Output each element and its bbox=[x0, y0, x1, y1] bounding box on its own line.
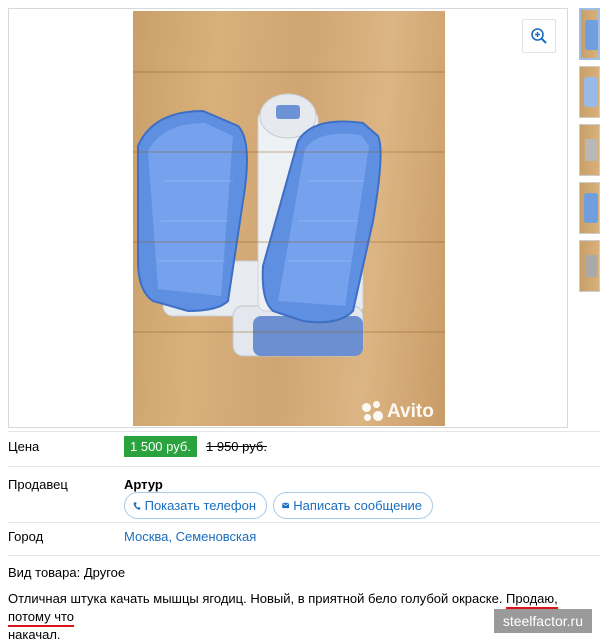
write-message-label: Написать сообщение bbox=[293, 498, 422, 513]
thumbnail[interactable] bbox=[579, 240, 600, 292]
item-kind: Вид товара: Другое bbox=[8, 565, 126, 580]
avito-logo-icon bbox=[361, 401, 383, 423]
write-message-button[interactable]: Написать сообщение bbox=[273, 492, 433, 519]
show-phone-label: Показать телефон bbox=[144, 498, 256, 513]
thumbnail[interactable] bbox=[579, 66, 600, 118]
price-badge: 1 500 руб. bbox=[124, 436, 197, 457]
seller-name: Артур bbox=[124, 477, 163, 492]
avito-watermark: Avito bbox=[361, 401, 434, 423]
description-highlight-end: накачал. bbox=[8, 627, 61, 639]
thumbnail[interactable] bbox=[579, 8, 600, 60]
envelope-icon bbox=[282, 502, 290, 509]
thumbnail[interactable] bbox=[579, 124, 600, 176]
zoom-button[interactable] bbox=[522, 19, 556, 53]
divider bbox=[8, 555, 600, 556]
divider bbox=[8, 522, 600, 523]
divider bbox=[8, 466, 600, 467]
avito-watermark-text: Avito bbox=[387, 401, 434, 422]
description-text: Отличная штука качать мышцы ягодиц. Новы… bbox=[8, 591, 507, 606]
thumbnail-strip bbox=[579, 8, 600, 298]
city-label: Город bbox=[8, 529, 44, 544]
photo-gallery: Avito bbox=[8, 8, 568, 428]
phone-icon bbox=[133, 501, 141, 510]
price-label: Цена bbox=[8, 439, 40, 454]
old-price: 1 950 руб. bbox=[206, 439, 267, 454]
site-watermark: steelfactor.ru bbox=[493, 609, 592, 633]
thumbnail[interactable] bbox=[579, 182, 600, 234]
show-phone-button[interactable]: Показать телефон bbox=[124, 492, 267, 519]
stepper-product-image bbox=[137, 93, 382, 357]
main-photo[interactable] bbox=[133, 11, 445, 426]
seller-label: Продавец bbox=[8, 477, 68, 492]
divider bbox=[8, 431, 600, 432]
city-link[interactable]: Москва, Семеновская bbox=[124, 529, 256, 544]
zoom-in-icon bbox=[531, 28, 547, 44]
